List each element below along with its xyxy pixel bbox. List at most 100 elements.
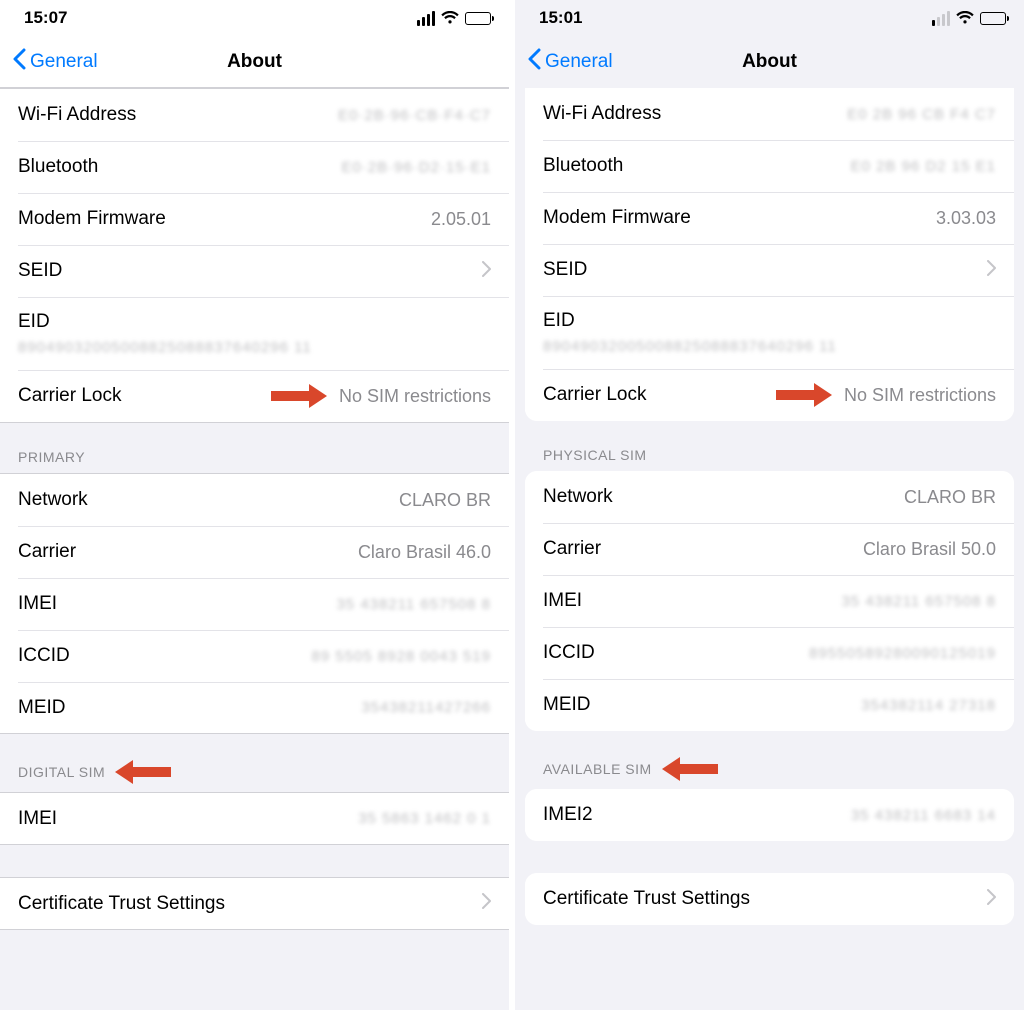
row-modem-firmware[interactable]: Modem Firmware 3.03.03 xyxy=(525,192,1014,244)
wifi-icon xyxy=(441,11,459,25)
available-sim-header: AVAILABLE SIM xyxy=(543,761,652,777)
row-bluetooth[interactable]: Bluetooth E0·2B·96·D2·15·E1 xyxy=(0,141,509,193)
section-physical-sim: PHYSICAL SIM xyxy=(525,421,1014,471)
wifi-icon xyxy=(956,11,974,25)
phone-left: 15:07 General About Wi-Fi Address E0·2B·… xyxy=(0,0,509,1010)
row-imei[interactable]: IMEI 35 438211 657508 8 xyxy=(525,575,1014,627)
row-carrier-lock[interactable]: Carrier Lock No SIM restrictions xyxy=(525,369,1014,421)
nav-bar: General About xyxy=(515,36,1024,88)
content: Wi-Fi Address E0·2B·96·CB·F4·C7 Bluetoot… xyxy=(0,88,509,1010)
modem-value: 3.03.03 xyxy=(936,208,996,229)
bt-value: E0·2B·96·D2·15·E1 xyxy=(341,159,491,176)
annotation-arrow-icon xyxy=(115,760,171,784)
content: Wi-Fi Address E0 2B 96 CB F4 C7 Bluetoot… xyxy=(515,88,1024,1010)
digital-imei-value: 35 5863 1462 0 1 xyxy=(358,810,491,827)
network-value: CLARO BR xyxy=(904,487,996,508)
wifi-value: E0 2B 96 CB F4 C7 xyxy=(847,106,996,123)
row-meid[interactable]: MEID 354382114 27318 xyxy=(525,679,1014,731)
modem-label: Modem Firmware xyxy=(18,208,166,230)
row-cert-trust[interactable]: Certificate Trust Settings xyxy=(525,873,1014,925)
wifi-label: Wi-Fi Address xyxy=(18,104,136,126)
cert-label: Certificate Trust Settings xyxy=(18,893,225,915)
meid-value: 35438211427266 xyxy=(361,699,491,716)
nav-bar: General About xyxy=(0,36,509,88)
status-icons xyxy=(417,11,491,26)
row-modem-firmware[interactable]: Modem Firmware 2.05.01 xyxy=(0,193,509,245)
imei-label: IMEI xyxy=(543,590,582,612)
chevron-right-icon xyxy=(987,260,996,281)
cellular-icon xyxy=(417,11,435,26)
row-carrier-lock[interactable]: Carrier Lock No SIM restrictions xyxy=(0,370,509,423)
row-network[interactable]: Network CLARO BR xyxy=(0,474,509,526)
phone-right: 15:01 General About Wi-Fi Address E0 2B … xyxy=(515,0,1024,1010)
digital-sim-header: DIGITAL SIM xyxy=(18,764,105,780)
iccid-label: ICCID xyxy=(18,645,70,667)
cellular-icon xyxy=(932,11,950,26)
row-digital-imei[interactable]: IMEI 35 5863 1462 0 1 xyxy=(0,793,509,845)
annotation-arrow-icon xyxy=(662,757,718,781)
carrier-lock-label: Carrier Lock xyxy=(543,384,646,406)
row-network[interactable]: Network CLARO BR xyxy=(525,471,1014,523)
spacer xyxy=(525,841,1014,873)
digital-imei-label: IMEI xyxy=(18,808,57,830)
status-bar: 15:01 xyxy=(515,0,1024,36)
carrier-label: Carrier xyxy=(18,541,76,563)
group-cert: Certificate Trust Settings xyxy=(525,873,1014,925)
row-seid[interactable]: SEID xyxy=(525,244,1014,296)
modem-label: Modem Firmware xyxy=(543,207,691,229)
group-primary: Network CLARO BR Carrier Claro Brasil 46… xyxy=(0,473,509,734)
modem-value: 2.05.01 xyxy=(431,209,491,230)
seid-label: SEID xyxy=(543,259,587,281)
chevron-right-icon xyxy=(482,893,491,914)
back-label: General xyxy=(545,51,613,73)
row-wifi-address[interactable]: Wi-Fi Address E0 2B 96 CB F4 C7 xyxy=(525,88,1014,140)
group-available-sim: IMEI2 35 438211 6683 14 xyxy=(525,789,1014,841)
row-imei[interactable]: IMEI 35 438211 657508 8 xyxy=(0,578,509,630)
eid-label: EID xyxy=(18,311,50,333)
section-primary: PRIMARY xyxy=(0,423,509,473)
row-seid[interactable]: SEID xyxy=(0,245,509,297)
row-wifi-address[interactable]: Wi-Fi Address E0·2B·96·CB·F4·C7 xyxy=(0,89,509,141)
meid-label: MEID xyxy=(18,697,66,719)
imei2-label: IMEI2 xyxy=(543,804,593,826)
carrier-label: Carrier xyxy=(543,538,601,560)
row-cert-trust[interactable]: Certificate Trust Settings xyxy=(0,878,509,930)
chevron-left-icon xyxy=(12,48,26,76)
carrier-lock-value: No SIM restrictions xyxy=(339,386,491,407)
battery-icon xyxy=(980,12,1006,25)
chevron-right-icon xyxy=(987,889,996,910)
status-icons xyxy=(932,11,1006,26)
group-general: Wi-Fi Address E0·2B·96·CB·F4·C7 Bluetoot… xyxy=(0,88,509,423)
row-iccid[interactable]: ICCID 89 5505 8928 0043 519 xyxy=(0,630,509,682)
status-time: 15:01 xyxy=(539,8,582,28)
back-button[interactable]: General xyxy=(12,48,98,76)
row-eid[interactable]: EID 89049032005008825088837640296 11 xyxy=(0,297,509,370)
cert-label: Certificate Trust Settings xyxy=(543,888,750,910)
imei2-value: 35 438211 6683 14 xyxy=(851,807,996,824)
carrier-lock-label: Carrier Lock xyxy=(18,385,121,407)
bt-value: E0 2B 96 D2 15 E1 xyxy=(851,158,996,175)
chevron-left-icon xyxy=(527,48,541,76)
imei-value: 35 438211 657508 8 xyxy=(336,596,491,613)
section-digital-sim: DIGITAL SIM xyxy=(0,734,509,792)
wifi-label: Wi-Fi Address xyxy=(543,103,661,125)
status-time: 15:07 xyxy=(24,8,67,28)
back-button[interactable]: General xyxy=(527,48,613,76)
meid-label: MEID xyxy=(543,694,591,716)
row-bluetooth[interactable]: Bluetooth E0 2B 96 D2 15 E1 xyxy=(525,140,1014,192)
row-imei2[interactable]: IMEI2 35 438211 6683 14 xyxy=(525,789,1014,841)
row-iccid[interactable]: ICCID 89550589280090125019 xyxy=(525,627,1014,679)
network-label: Network xyxy=(18,489,88,511)
imei-label: IMEI xyxy=(18,593,57,615)
group-general: Wi-Fi Address E0 2B 96 CB F4 C7 Bluetoot… xyxy=(525,88,1014,421)
battery-icon xyxy=(465,12,491,25)
chevron-right-icon xyxy=(482,261,491,282)
group-physical-sim: Network CLARO BR Carrier Claro Brasil 50… xyxy=(525,471,1014,731)
row-carrier[interactable]: Carrier Claro Brasil 50.0 xyxy=(525,523,1014,575)
row-carrier[interactable]: Carrier Claro Brasil 46.0 xyxy=(0,526,509,578)
eid-label: EID xyxy=(543,310,575,332)
carrier-lock-value: No SIM restrictions xyxy=(844,385,996,406)
row-meid[interactable]: MEID 35438211427266 xyxy=(0,682,509,734)
group-digital-sim: IMEI 35 5863 1462 0 1 xyxy=(0,792,509,845)
row-eid[interactable]: EID 89049032005008825088837640296 11 xyxy=(525,296,1014,369)
